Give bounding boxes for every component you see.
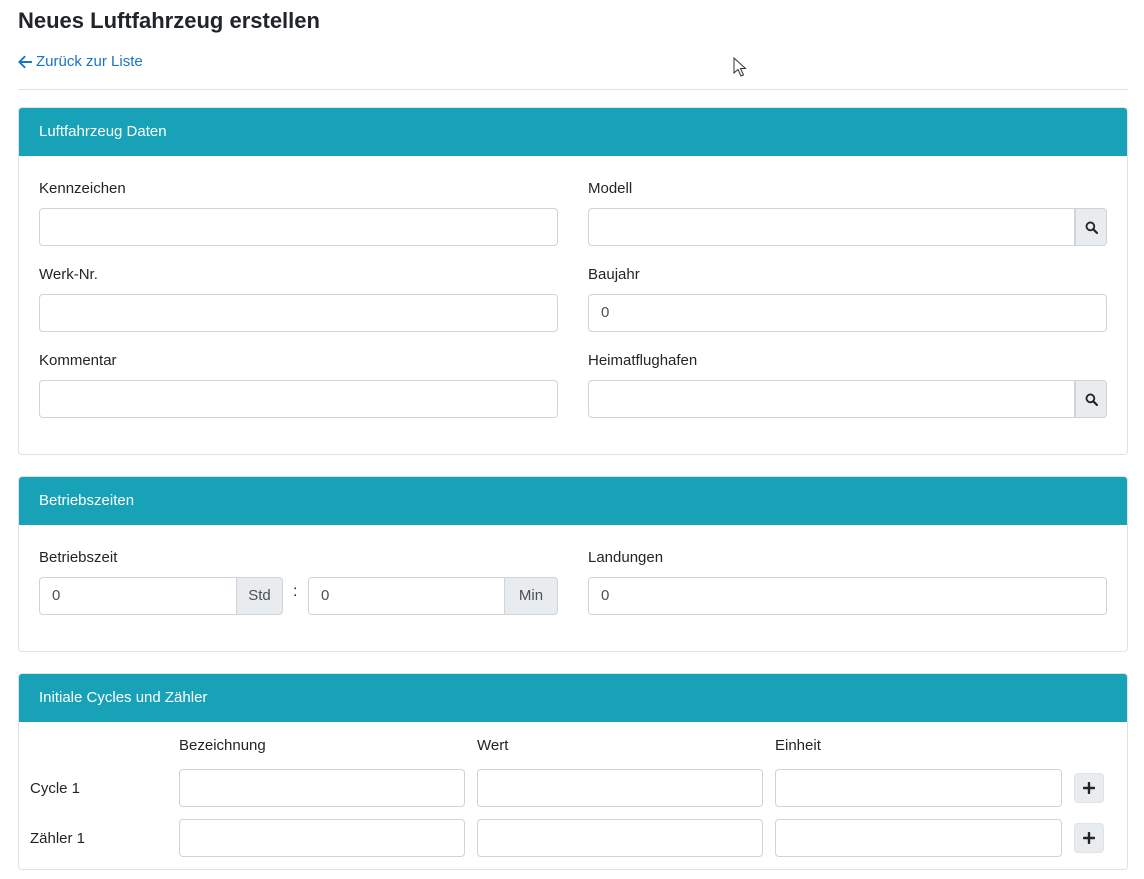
counter-einheit-input[interactable] xyxy=(775,819,1062,857)
kommentar-label: Kommentar xyxy=(39,352,117,369)
cycle-bezeichnung-input[interactable] xyxy=(179,769,465,807)
cycles-counters-card: Initiale Cycles und Zähler Bezeichnung W… xyxy=(18,673,1128,870)
back-link-label: Zurück zur Liste xyxy=(36,53,143,70)
hours-unit-addon: Std xyxy=(236,577,283,615)
column-header-einheit: Einheit xyxy=(775,737,821,754)
kommentar-input[interactable] xyxy=(39,380,558,418)
modell-search-button[interactable] xyxy=(1075,208,1107,246)
plus-icon xyxy=(1083,782,1095,794)
column-header-wert: Wert xyxy=(477,737,509,754)
heimatflughafen-input[interactable] xyxy=(588,380,1075,418)
baujahr-input[interactable]: 0 xyxy=(588,294,1107,332)
cycle-einheit-input[interactable] xyxy=(775,769,1062,807)
cycle-wert-input[interactable] xyxy=(477,769,763,807)
landungen-input[interactable]: 0 xyxy=(588,577,1107,615)
page-title: Neues Luftfahrzeug erstellen xyxy=(18,8,320,33)
counter-wert-input[interactable] xyxy=(477,819,763,857)
operating-times-card-header: Betriebszeiten xyxy=(19,477,1127,525)
add-cycle-button[interactable] xyxy=(1074,773,1104,803)
werk-nr-label: Werk-Nr. xyxy=(39,266,98,283)
search-icon xyxy=(1085,393,1098,406)
aircraft-data-card: Luftfahrzeug Daten Kennzeichen Modell We… xyxy=(18,107,1128,455)
add-counter-button[interactable] xyxy=(1074,823,1104,853)
baujahr-label: Baujahr xyxy=(588,266,640,283)
cycle-row-label: Cycle 1 xyxy=(30,780,81,797)
betriebszeit-hours-input[interactable]: 0 xyxy=(39,577,237,615)
back-to-list-link[interactable]: Zurück zur Liste xyxy=(18,52,143,72)
cycles-counters-card-header: Initiale Cycles und Zähler xyxy=(19,674,1127,722)
counter-row-label: Zähler 1 xyxy=(30,830,86,847)
betriebszeit-label: Betriebszeit xyxy=(39,549,118,566)
werk-nr-input[interactable] xyxy=(39,294,558,332)
betriebszeit-minutes-input[interactable]: 0 xyxy=(308,577,505,615)
heimatflughafen-label: Heimatflughafen xyxy=(588,352,698,369)
time-separator: : xyxy=(293,583,298,600)
minutes-unit-addon: Min xyxy=(504,577,558,615)
kennzeichen-label: Kennzeichen xyxy=(39,180,126,197)
plus-icon xyxy=(1083,832,1095,844)
column-header-bezeichnung: Bezeichnung xyxy=(179,737,266,754)
kennzeichen-input[interactable] xyxy=(39,208,558,246)
operating-times-card: Betriebszeiten Betriebszeit 0 Std : 0 Mi… xyxy=(18,476,1128,652)
heimatflughafen-search-button[interactable] xyxy=(1075,380,1107,418)
modell-label: Modell xyxy=(588,180,633,197)
search-icon xyxy=(1085,221,1098,234)
arrow-left-icon xyxy=(18,55,32,69)
landungen-label: Landungen xyxy=(588,549,664,566)
modell-input[interactable] xyxy=(588,208,1075,246)
aircraft-data-card-header: Luftfahrzeug Daten xyxy=(19,108,1127,156)
counter-bezeichnung-input[interactable] xyxy=(179,819,465,857)
title-divider xyxy=(18,89,1128,90)
mouse-cursor-icon xyxy=(733,57,747,77)
